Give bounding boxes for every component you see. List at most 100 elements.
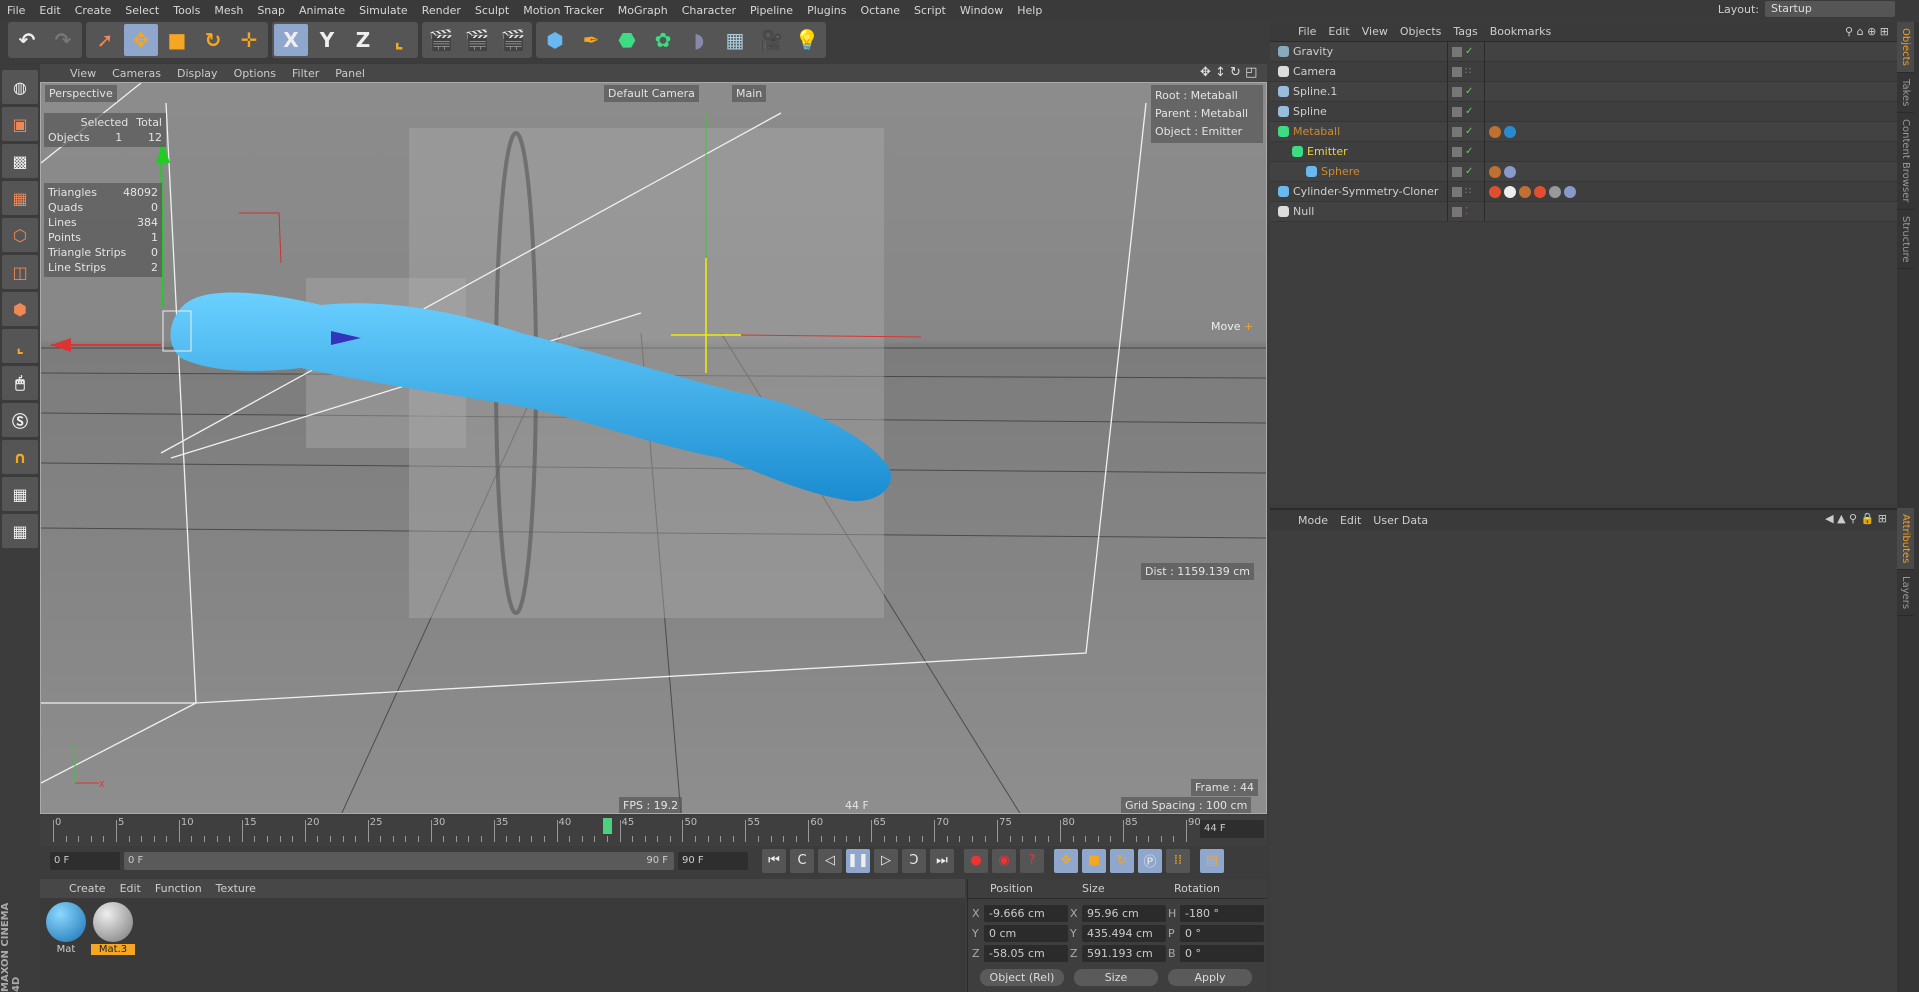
- enabled-check-icon[interactable]: ✓: [1465, 146, 1473, 157]
- menu-plugins[interactable]: Plugins: [800, 4, 853, 17]
- size-mode-dropdown[interactable]: Size: [1074, 968, 1158, 986]
- enabled-check-icon[interactable]: ∷: [1465, 186, 1471, 197]
- editor-visibility-icon[interactable]: [1452, 66, 1462, 77]
- material-menu-texture[interactable]: Texture: [209, 882, 263, 895]
- enabled-check-icon[interactable]: ✓: [1465, 106, 1473, 117]
- editor-visibility-icon[interactable]: [1452, 206, 1462, 217]
- layout-selector[interactable]: Layout: Startup: [1718, 1, 1895, 17]
- scale-tool-button[interactable]: ■: [160, 24, 194, 56]
- position-z-field[interactable]: -58.05 cm: [984, 944, 1068, 962]
- redo-button[interactable]: ↷: [46, 24, 80, 56]
- cube-icon[interactable]: ⬢: [538, 24, 572, 56]
- viewport-menu-view[interactable]: View: [62, 67, 104, 80]
- next-frame-icon[interactable]: ▷: [874, 848, 898, 873]
- tag-icon[interactable]: [1534, 185, 1546, 198]
- x-axis-button[interactable]: X: [274, 24, 308, 56]
- autokeying-icon[interactable]: ◉: [992, 848, 1016, 873]
- undo-button[interactable]: ↶: [10, 24, 44, 56]
- menu-motion-tracker[interactable]: Motion Tracker: [516, 4, 610, 17]
- rotation-y-field[interactable]: 0 °: [1180, 924, 1264, 942]
- live-selection-button[interactable]: ➚: [88, 24, 122, 56]
- axis-mode-icon[interactable]: ⌞: [2, 329, 38, 363]
- side-tab-takes[interactable]: Takes: [1897, 73, 1914, 114]
- viewport-nav-icons[interactable]: ✥ ↕ ↻ ◰: [1200, 65, 1257, 80]
- key-rotation-icon[interactable]: ↻: [1110, 848, 1134, 873]
- start-frame-field[interactable]: 0 F: [50, 851, 120, 870]
- apply-button[interactable]: Apply: [1168, 968, 1252, 986]
- object-menu-tags[interactable]: Tags: [1447, 25, 1483, 38]
- tag-icon[interactable]: [1549, 185, 1561, 198]
- menu-sculpt[interactable]: Sculpt: [468, 4, 516, 17]
- light-icon[interactable]: 💡: [790, 24, 824, 56]
- coordinate-mode-dropdown[interactable]: Object (Rel): [980, 968, 1064, 986]
- attribute-menu-user-data[interactable]: User Data: [1367, 514, 1434, 527]
- menu-tools[interactable]: Tools: [166, 4, 207, 17]
- texture-mode-icon[interactable]: ▩: [2, 144, 38, 178]
- layout-dropdown[interactable]: Startup: [1765, 1, 1895, 17]
- object-name[interactable]: Spline: [1293, 105, 1327, 118]
- next-key-icon[interactable]: Ↄ: [902, 848, 926, 873]
- viewport-menu-display[interactable]: Display: [169, 67, 226, 80]
- tag-icon[interactable]: [1504, 185, 1516, 198]
- previous-key-icon[interactable]: C: [790, 848, 814, 873]
- object-row[interactable]: Spline.1 ✓: [1270, 81, 1897, 102]
- material-swatch[interactable]: Mat: [44, 902, 88, 955]
- material-menu-edit[interactable]: Edit: [113, 882, 148, 895]
- position-x-field[interactable]: -9.666 cm: [984, 904, 1068, 922]
- object-row[interactable]: Camera ∷: [1270, 61, 1897, 82]
- key-pla-icon[interactable]: ⁞⁞: [1166, 848, 1190, 873]
- enabled-check-icon[interactable]: ∷: [1465, 66, 1471, 77]
- object-row[interactable]: Spline ✓: [1270, 101, 1897, 122]
- object-name[interactable]: Cylinder-Symmetry-Cloner: [1293, 185, 1438, 198]
- menu-mograph[interactable]: MoGraph: [611, 4, 675, 17]
- magnet-icon[interactable]: ∩: [2, 440, 38, 474]
- viewport-perspective[interactable]: YX Perspective Selected Total Objects 1 12 …: [40, 82, 1267, 814]
- camera-icon[interactable]: 🎥: [754, 24, 788, 56]
- rotation-z-field[interactable]: 0 °: [1180, 944, 1264, 962]
- viewport-menu-panel[interactable]: Panel: [327, 67, 373, 80]
- tag-icon[interactable]: [1504, 125, 1516, 138]
- go-to-end-icon[interactable]: ⏭: [930, 848, 954, 873]
- size-y-field[interactable]: 435.494 cm: [1082, 924, 1166, 942]
- object-name[interactable]: Null: [1293, 205, 1314, 218]
- planar-workplane-icon[interactable]: ▦: [2, 514, 38, 548]
- object-name[interactable]: Spline.1: [1293, 85, 1337, 98]
- render-view-icon[interactable]: 🎬: [424, 24, 458, 56]
- workplane-icon[interactable]: ▦: [2, 181, 38, 215]
- preview-range-slider[interactable]: 0 F 90 F: [124, 851, 674, 870]
- menu-snap[interactable]: Snap: [250, 4, 292, 17]
- editor-visibility-icon[interactable]: [1452, 186, 1462, 197]
- editor-visibility-icon[interactable]: [1452, 166, 1462, 177]
- snap-icon[interactable]: Ⓢ: [2, 403, 38, 437]
- tag-icon[interactable]: [1489, 125, 1501, 138]
- object-row[interactable]: Cylinder-Symmetry-Cloner ∷: [1270, 181, 1897, 202]
- render-settings-icon[interactable]: 🎬: [496, 24, 530, 56]
- position-y-field[interactable]: 0 cm: [984, 924, 1068, 942]
- menu-octane[interactable]: Octane: [853, 4, 907, 17]
- editor-visibility-icon[interactable]: [1452, 146, 1462, 157]
- tag-icon[interactable]: [1489, 165, 1501, 178]
- enabled-check-icon[interactable]: ⁚: [1465, 206, 1468, 217]
- current-frame-field[interactable]: 44 F: [1200, 820, 1264, 838]
- floor-icon[interactable]: ▦: [718, 24, 752, 56]
- camera-label[interactable]: Default Camera: [604, 85, 699, 102]
- coordinate-system-button[interactable]: ⌞: [382, 24, 416, 56]
- pause-icon[interactable]: ❚❚: [846, 848, 870, 873]
- object-row[interactable]: Gravity ✓: [1270, 41, 1897, 62]
- go-to-start-icon[interactable]: ⏮: [762, 848, 786, 873]
- tag-icon[interactable]: [1489, 185, 1501, 198]
- side-tab-layers[interactable]: Layers: [1897, 570, 1914, 617]
- tag-icon[interactable]: [1504, 165, 1516, 178]
- tag-icon[interactable]: [1519, 185, 1531, 198]
- key-parameter-icon[interactable]: Ⓟ: [1138, 848, 1162, 873]
- timeline-ruler[interactable]: 0 5 10 15 20 25 30 35 40 45 50 55 60 65 70 75 80 85 90: [40, 816, 1267, 846]
- rotate-tool-button[interactable]: ↻: [196, 24, 230, 56]
- menu-help[interactable]: Help: [1010, 4, 1049, 17]
- enabled-check-icon[interactable]: ✓: [1465, 126, 1473, 137]
- object-menu-view[interactable]: View: [1356, 25, 1394, 38]
- editor-visibility-icon[interactable]: [1452, 86, 1462, 97]
- object-menu-bookmarks[interactable]: Bookmarks: [1484, 25, 1557, 38]
- editor-visibility-icon[interactable]: [1452, 126, 1462, 137]
- menu-file[interactable]: File: [0, 4, 32, 17]
- menu-edit[interactable]: Edit: [32, 4, 67, 17]
